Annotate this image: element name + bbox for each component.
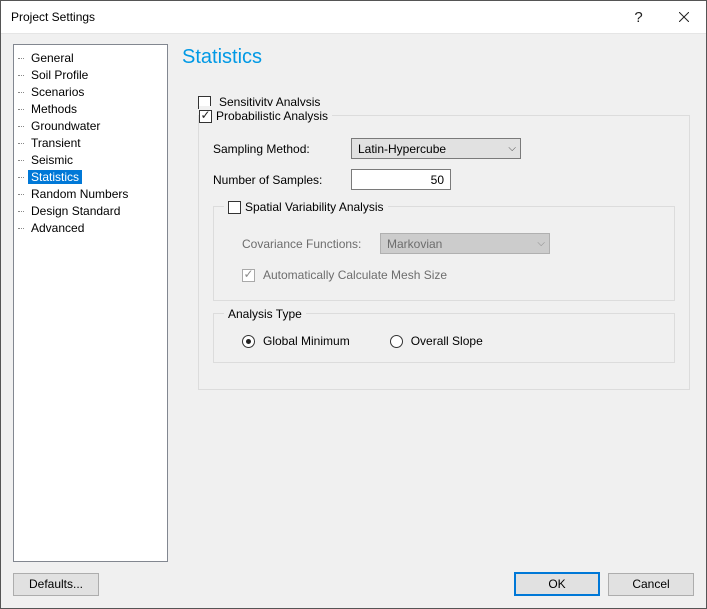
covariance-label: Covariance Functions: (242, 237, 372, 251)
covariance-value: Markovian (387, 237, 442, 251)
overall-slope-radio[interactable] (390, 335, 403, 348)
tree-item-random-numbers[interactable]: Random Numbers (14, 185, 167, 202)
analysis-type-group: Analysis Type Global Minimum Overall Slo… (213, 313, 675, 363)
chevron-down-icon: ⌵ (537, 238, 545, 249)
sampling-method-label: Sampling Method: (213, 142, 343, 156)
tree-item-statistics[interactable]: Statistics (14, 168, 167, 185)
probabilistic-label: Probabilistic Analysis (216, 109, 328, 123)
help-button[interactable]: ? (616, 1, 661, 33)
tree-item-label: Random Numbers (28, 187, 131, 201)
analysis-type-legend: Analysis Type (228, 307, 302, 321)
spatial-group: Spatial Variability Analysis Covariance … (213, 206, 675, 301)
tree-item-label: Scenarios (28, 85, 87, 99)
overall-slope-label: Overall Slope (411, 334, 483, 348)
help-icon: ? (634, 9, 642, 26)
tree-item-label: Seismic (28, 153, 76, 167)
project-settings-dialog: Project Settings ? General Soil Profile Sc… (0, 0, 707, 609)
global-minimum-label: Global Minimum (263, 334, 350, 348)
tree-item-scenarios[interactable]: Scenarios (14, 83, 167, 100)
spatial-checkbox[interactable] (228, 201, 241, 214)
tree-item-label: Groundwater (28, 119, 103, 133)
sampling-method-value: Latin-Hypercube (358, 142, 446, 156)
global-minimum-radio[interactable] (242, 335, 255, 348)
close-button[interactable] (661, 1, 706, 33)
probabilistic-group: Probabilistic Analysis Sampling Method: … (198, 115, 690, 390)
window-title: Project Settings (11, 10, 616, 24)
tree-item-general[interactable]: General (14, 49, 167, 66)
nav-tree[interactable]: General Soil Profile Scenarios Methods Groun… (13, 44, 168, 562)
auto-mesh-checkbox (242, 269, 255, 282)
titlebar: Project Settings ? (1, 1, 706, 34)
auto-mesh-label: Automatically Calculate Mesh Size (263, 268, 447, 282)
tree-item-label: Methods (28, 102, 80, 116)
tree-item-groundwater[interactable]: Groundwater (14, 117, 167, 134)
tree-item-seismic[interactable]: Seismic (14, 151, 167, 168)
tree-item-transient[interactable]: Transient (14, 134, 167, 151)
footer: Defaults... OK Cancel (13, 562, 694, 596)
num-samples-input[interactable]: 50 (351, 169, 451, 190)
tree-item-label: Soil Profile (28, 68, 91, 82)
close-icon (679, 12, 689, 22)
client-area: General Soil Profile Scenarios Methods Groun… (1, 34, 706, 608)
main-panel: Statistics Sensitivity Analysis Probabil… (182, 44, 694, 562)
sampling-method-select[interactable]: Latin-Hypercube ⌵ (351, 138, 521, 159)
num-samples-label: Number of Samples: (213, 173, 343, 187)
cancel-button[interactable]: Cancel (608, 573, 694, 596)
tree-item-label: General (28, 51, 77, 65)
tree-item-design-standard[interactable]: Design Standard (14, 202, 167, 219)
spatial-label: Spatial Variability Analysis (245, 200, 384, 214)
probabilistic-checkbox[interactable] (199, 110, 212, 123)
ok-button[interactable]: OK (514, 572, 600, 596)
tree-item-label: Advanced (28, 221, 87, 235)
defaults-button[interactable]: Defaults... (13, 573, 99, 596)
chevron-down-icon: ⌵ (508, 143, 516, 154)
tree-item-advanced[interactable]: Advanced (14, 219, 167, 236)
tree-item-methods[interactable]: Methods (14, 100, 167, 117)
tree-item-label: Transient (28, 136, 84, 150)
covariance-select: Markovian ⌵ (380, 233, 550, 254)
tree-item-label: Design Standard (28, 204, 123, 218)
page-heading: Statistics (182, 46, 694, 69)
tree-item-label: Statistics (28, 170, 82, 184)
tree-item-soil-profile[interactable]: Soil Profile (14, 66, 167, 83)
